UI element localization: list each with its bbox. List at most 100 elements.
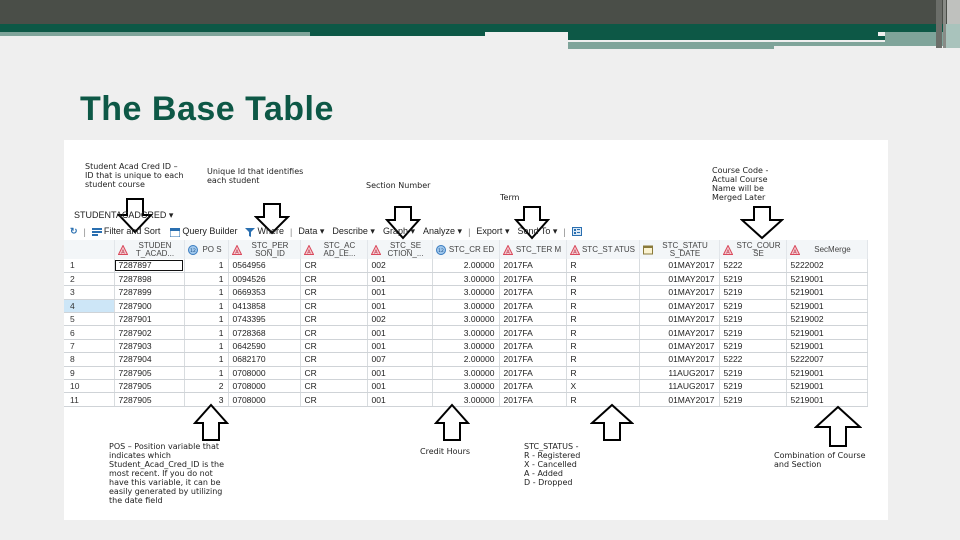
table-cell[interactable]: 2017FA — [499, 285, 567, 300]
table-cell[interactable]: 2 — [184, 379, 229, 394]
table-cell[interactable]: CR — [300, 392, 368, 407]
table-cell[interactable]: 5222 — [719, 259, 787, 273]
table-cell[interactable]: 5219 — [719, 366, 787, 381]
table-cell[interactable]: 5219002 — [786, 312, 868, 327]
table-cell[interactable]: 3.00000 — [432, 379, 500, 394]
table-cell[interactable]: 2017FA — [499, 392, 567, 407]
table-row[interactable]: 8 7287904 1 0682170 CR 007 2.00000 2017FA R 01MAY… — [64, 352, 868, 367]
table-cell[interactable]: 3.00000 — [432, 312, 500, 327]
table-cell[interactable]: 001 — [367, 325, 433, 340]
table-cell[interactable]: 0669353 — [228, 285, 301, 300]
table-cell[interactable]: 3.00000 — [432, 299, 500, 314]
row-number[interactable]: 9 — [64, 366, 115, 381]
table-cell[interactable]: 001 — [367, 299, 433, 314]
table-cell[interactable]: 7287905 — [114, 366, 185, 381]
column-header[interactable]: 12 PO S — [184, 240, 229, 259]
table-cell[interactable]: 01MAY2017 — [639, 299, 720, 314]
table-cell[interactable]: 3.00000 — [432, 366, 500, 381]
table-cell[interactable]: 2017FA — [499, 339, 567, 354]
row-number[interactable]: 2 — [64, 272, 115, 287]
table-cell[interactable]: 7287903 — [114, 339, 185, 354]
column-header[interactable]: A STUDEN T_ACAD... — [114, 240, 185, 259]
table-cell[interactable]: 001 — [367, 366, 433, 381]
column-header[interactable]: A STC_SE CTION_... — [367, 240, 433, 259]
table-row[interactable]: 9 7287905 1 0708000 CR 001 3.00000 2017FA R 11AUG… — [64, 366, 868, 381]
table-cell[interactable]: R — [566, 352, 640, 367]
table-cell[interactable]: 2017FA — [499, 352, 567, 367]
table-cell[interactable]: R — [566, 259, 640, 273]
table-cell[interactable]: 01MAY2017 — [639, 285, 720, 300]
row-number[interactable]: 7 — [64, 339, 115, 354]
table-cell[interactable]: 5219001 — [786, 366, 868, 381]
table-cell[interactable]: 2017FA — [499, 259, 567, 273]
table-cell[interactable]: 2017FA — [499, 272, 567, 287]
table-cell[interactable]: CR — [300, 299, 368, 314]
table-cell[interactable]: 7287898 — [114, 272, 185, 287]
table-cell[interactable]: CR — [300, 352, 368, 367]
row-number[interactable]: 3 — [64, 285, 115, 300]
table-cell[interactable]: 0743395 — [228, 312, 301, 327]
analyze-menu[interactable]: Analyze ▾ — [423, 226, 462, 237]
table-cell[interactable]: 2017FA — [499, 379, 567, 394]
table-cell[interactable]: 3.00000 — [432, 285, 500, 300]
table-cell[interactable]: 1 — [184, 285, 229, 300]
table-cell[interactable]: 7287905 — [114, 379, 185, 394]
column-header[interactable]: A STC_PER SON_ID — [228, 240, 301, 259]
table-row[interactable]: 2 7287898 1 0094526 CR 001 3.00000 2017FA R 01MAY… — [64, 272, 868, 287]
table-cell[interactable]: 1 — [184, 366, 229, 381]
table-cell[interactable]: 11AUG2017 — [639, 366, 720, 381]
table-cell[interactable]: 01MAY2017 — [639, 392, 720, 407]
table-cell[interactable]: 002 — [367, 259, 433, 273]
table-cell[interactable]: 7287899 — [114, 285, 185, 300]
table-cell[interactable]: CR — [300, 259, 368, 273]
table-cell[interactable]: 3.00000 — [432, 339, 500, 354]
table-cell[interactable]: 2017FA — [499, 325, 567, 340]
table-cell[interactable]: CR — [300, 272, 368, 287]
table-cell[interactable]: 5219 — [719, 272, 787, 287]
table-row[interactable]: 3 7287899 1 0669353 CR 001 3.00000 2017FA R 01MAY… — [64, 285, 868, 300]
table-cell[interactable]: 7287905 — [114, 392, 185, 407]
column-header[interactable]: 12 STC_CR ED — [432, 240, 500, 259]
table-cell[interactable]: 01MAY2017 — [639, 352, 720, 367]
table-cell[interactable]: 7287901 — [114, 312, 185, 327]
table-cell[interactable]: 5222002 — [786, 259, 868, 273]
table-cell[interactable]: 01MAY2017 — [639, 325, 720, 340]
table-cell[interactable]: CR — [300, 339, 368, 354]
row-number[interactable]: 4 — [64, 299, 115, 314]
table-row[interactable]: 4 7287900 1 0413858 CR 001 3.00000 2017FA R 01MAY… — [64, 299, 868, 314]
export-menu[interactable]: Export ▾ — [476, 226, 509, 237]
row-number[interactable]: 11 — [64, 392, 115, 407]
table-cell[interactable]: 0094526 — [228, 272, 301, 287]
table-cell[interactable]: 5219001 — [786, 379, 868, 394]
table-cell[interactable]: R — [566, 366, 640, 381]
table-cell[interactable]: 2017FA — [499, 312, 567, 327]
table-cell[interactable]: 5219001 — [786, 285, 868, 300]
table-cell[interactable]: 5219 — [719, 379, 787, 394]
table-cell[interactable]: CR — [300, 379, 368, 394]
table-cell[interactable]: 002 — [367, 312, 433, 327]
table-cell[interactable]: 1 — [184, 312, 229, 327]
table-cell[interactable]: 5219 — [719, 339, 787, 354]
table-cell[interactable]: 001 — [367, 285, 433, 300]
table-cell[interactable]: 5219001 — [786, 339, 868, 354]
table-cell[interactable]: 2.00000 — [432, 259, 500, 273]
graph-menu[interactable]: Graph ▾ — [383, 226, 415, 237]
table-cell[interactable]: R — [566, 285, 640, 300]
column-header[interactable]: A STC_AC AD_LE... — [300, 240, 368, 259]
table-row[interactable]: 10 7287905 2 0708000 CR 001 3.00000 2017FA X 11AU… — [64, 379, 868, 394]
table-cell[interactable]: 7287902 — [114, 325, 185, 340]
table-cell[interactable]: 5222007 — [786, 352, 868, 367]
table-cell[interactable]: 1 — [184, 325, 229, 340]
table-cell[interactable]: 0708000 — [228, 392, 301, 407]
row-number[interactable]: 10 — [64, 379, 115, 394]
table-cell[interactable]: 001 — [367, 339, 433, 354]
table-cell[interactable]: R — [566, 325, 640, 340]
table-cell[interactable]: 5219 — [719, 312, 787, 327]
dataset-selector[interactable]: STUDENTACADCRED ▾ — [74, 210, 173, 221]
table-cell[interactable]: 7287904 — [114, 352, 185, 367]
table-row[interactable]: 6 7287902 1 0728368 CR 001 3.00000 2017FA R 01MAY… — [64, 325, 868, 340]
table-cell[interactable]: 0708000 — [228, 366, 301, 381]
table-cell[interactable]: 0682170 — [228, 352, 301, 367]
table-cell[interactable]: 01MAY2017 — [639, 272, 720, 287]
row-number[interactable]: 6 — [64, 325, 115, 340]
